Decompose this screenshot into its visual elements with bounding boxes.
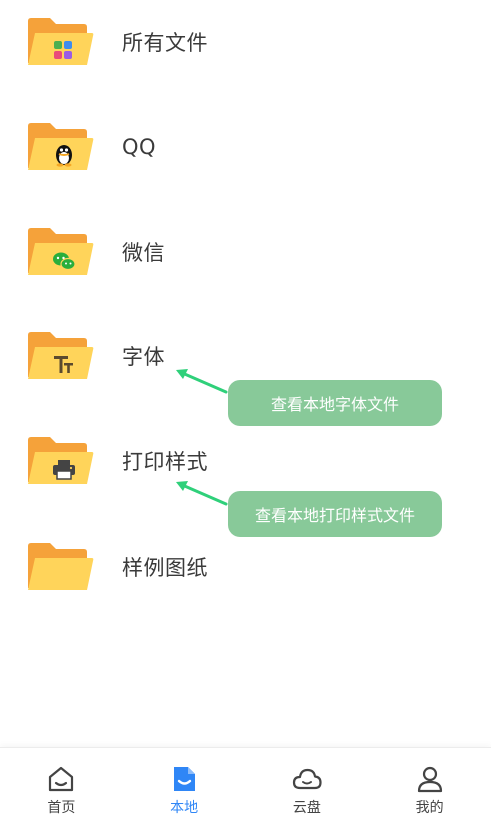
qq-penguin-icon [28, 123, 94, 170]
folder-item-wechat[interactable]: 微信 [0, 212, 491, 292]
printer-icon [28, 437, 94, 484]
tab-label: 云盘 [292, 800, 321, 816]
folder-label: 微信 [122, 241, 165, 265]
tab-label: 本地 [170, 800, 199, 816]
bottom-tab-bar: 首页 本地 云盘 我的 [0, 747, 491, 827]
folder-item-sample-drawings[interactable]: 样例图纸 [0, 527, 491, 607]
tab-label: 我的 [415, 800, 444, 816]
cloud-icon [292, 768, 322, 790]
wechat-icon [28, 228, 94, 275]
folder-item-all-files[interactable]: 所有文件 [0, 2, 491, 82]
folder-label: 样例图纸 [122, 556, 208, 580]
callout-arrow-fonts [176, 369, 228, 394]
folder-label: QQ [122, 135, 157, 159]
folder-item-qq[interactable]: QQ [0, 107, 491, 187]
home-icon [49, 766, 74, 792]
person-icon [417, 766, 442, 793]
blank-folder-icon [28, 543, 94, 590]
callout-arrow-print-styles [176, 481, 228, 506]
folder-label: 打印样式 [122, 450, 208, 474]
folder-label: 字体 [122, 345, 165, 369]
tab-cloud[interactable]: 云盘 [246, 748, 369, 827]
apps-grid-icon [28, 18, 94, 65]
tab-local[interactable]: 本地 [123, 748, 246, 827]
folder-label: 所有文件 [122, 31, 208, 55]
tab-me[interactable]: 我的 [368, 748, 491, 827]
callout-print-styles: 查看本地打印样式文件 [228, 491, 442, 537]
tab-home[interactable]: 首页 [0, 748, 123, 827]
tab-label: 首页 [47, 800, 76, 816]
callout-fonts: 查看本地字体文件 [228, 380, 442, 426]
font-tt-icon [28, 332, 94, 379]
folder-item-print-styles[interactable]: 打印样式 [0, 421, 491, 501]
local-file-icon [174, 767, 196, 791]
